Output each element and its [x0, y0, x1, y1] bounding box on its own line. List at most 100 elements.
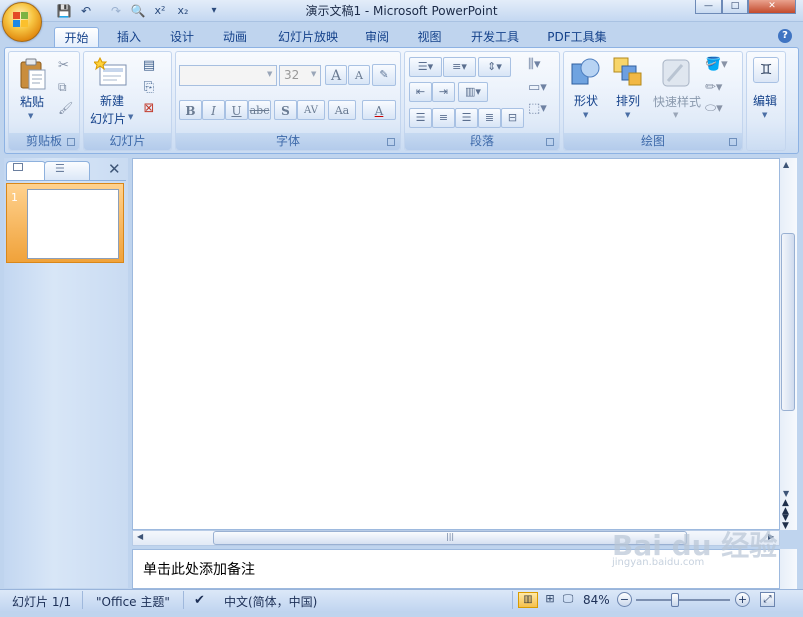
scroll-left-icon[interactable]: ◀ [137, 532, 143, 541]
normal-view-icon[interactable]: ▥ [518, 592, 538, 608]
distributed-icon[interactable]: ⊟ [501, 108, 524, 128]
next-slide-icon[interactable]: ▼ ▼ [782, 514, 789, 531]
close-pane-icon[interactable]: ✕ [108, 160, 121, 178]
character-spacing-button[interactable]: AV [297, 100, 325, 120]
justify-icon[interactable]: ≣ [478, 108, 501, 128]
outline-tab[interactable] [44, 161, 90, 180]
reset-icon[interactable]: ⎘ [139, 79, 159, 97]
paste-dropdown-icon[interactable]: ▼ [28, 112, 33, 120]
bold-button[interactable]: B [179, 100, 202, 120]
zoom-out-icon[interactable]: − [617, 592, 632, 607]
strikethrough-button[interactable]: abc [248, 100, 271, 120]
pane-divider [6, 180, 126, 181]
arrange-dropdown-icon[interactable]: ▼ [625, 111, 630, 119]
scroll-up-icon[interactable]: ▲ [783, 160, 789, 169]
underline-button[interactable]: U [225, 100, 248, 120]
tab-animations[interactable]: 动画 [212, 27, 258, 48]
tab-pdf-tools[interactable]: PDF工具集 [540, 27, 614, 48]
grow-font-button[interactable]: A [325, 65, 347, 85]
customize-qat-icon[interactable]: ▾ [206, 3, 222, 19]
line-spacing-icon[interactable]: ⇕▾ [478, 57, 511, 77]
zoom-in-icon[interactable]: + [735, 592, 750, 607]
italic-button[interactable]: I [202, 100, 225, 120]
decrease-indent-icon[interactable]: ⇤ [409, 82, 432, 102]
editing-button[interactable]: 编辑 [748, 92, 782, 109]
redo-icon[interactable]: ↷ [108, 3, 124, 19]
zoom-level[interactable]: 84% [583, 593, 610, 607]
shape-fill-icon[interactable]: 🪣▾ [705, 57, 728, 72]
tab-insert[interactable]: 插入 [106, 27, 152, 48]
spell-check-icon[interactable]: ✔ [194, 593, 205, 608]
status-separator [82, 591, 83, 609]
new-slide-dropdown-icon[interactable]: ▼ [128, 113, 133, 121]
font-size-dropdown-icon[interactable]: ▼ [311, 70, 316, 78]
tab-view[interactable]: 视图 [407, 27, 452, 48]
columns-icon[interactable]: ▥▾ [458, 82, 488, 102]
tab-developer[interactable]: 开发工具 [462, 27, 528, 48]
font-color-button[interactable]: A [362, 100, 396, 120]
shapes-button[interactable]: 形状 [568, 92, 604, 109]
paste-button[interactable]: 粘贴 [14, 93, 50, 110]
change-case-button[interactable]: Aa [328, 100, 356, 120]
subscript-icon[interactable]: x₂ [175, 3, 191, 19]
slideshow-view-icon[interactable]: 🖵 [558, 592, 578, 608]
maximize-button[interactable]: □ [722, 0, 748, 14]
notes-placeholder[interactable]: 单击此处添加备注 [143, 559, 255, 579]
arrange-button[interactable]: 排列 [610, 92, 646, 109]
new-slide-button[interactable]: 新建 [90, 92, 134, 109]
zoom-slider-knob[interactable] [671, 593, 679, 607]
quick-styles-icon [662, 59, 690, 87]
editing-dropdown-icon[interactable]: ▼ [762, 111, 767, 119]
close-button[interactable]: ✕ [748, 0, 796, 14]
save-icon[interactable]: 💾 [56, 3, 72, 19]
quick-styles-dropdown-icon[interactable]: ▼ [673, 111, 678, 119]
superscript-icon[interactable]: x² [152, 3, 168, 19]
paragraph-launcher-icon[interactable] [546, 138, 554, 146]
undo-icon[interactable]: ↶ [78, 3, 94, 19]
clear-format-icon[interactable]: ✎ [372, 64, 396, 86]
tab-home[interactable]: 开始 [54, 27, 99, 48]
tab-review[interactable]: 审阅 [356, 27, 398, 48]
help-icon[interactable]: ? [778, 29, 792, 43]
shapes-dropdown-icon[interactable]: ▼ [583, 111, 588, 119]
notes-scrollbar[interactable] [780, 549, 797, 589]
numbering-icon[interactable]: ≡▾ [443, 57, 476, 77]
align-center-icon[interactable]: ≡ [432, 108, 455, 128]
align-left-icon[interactable]: ☰ [409, 108, 432, 128]
print-preview-icon[interactable]: 🔍 [130, 3, 146, 19]
cut-icon[interactable]: ✂ [58, 58, 69, 73]
shrink-font-button[interactable]: A [348, 65, 370, 85]
find-binoculars-icon[interactable]: ♊ [753, 57, 779, 83]
tab-design[interactable]: 设计 [159, 27, 205, 48]
scroll-down-icon[interactable]: ▼ [783, 489, 789, 498]
font-launcher-icon[interactable] [387, 138, 395, 146]
clipboard-launcher-icon[interactable] [67, 138, 75, 146]
slide-sorter-icon[interactable]: ⊞ [540, 592, 560, 608]
shape-outline-icon[interactable]: ✏▾ [705, 80, 722, 95]
bullets-icon[interactable]: ☰▾ [409, 57, 442, 77]
slide-thumbnail-preview [27, 189, 119, 259]
text-direction-icon[interactable]: ⫼▾ [528, 57, 541, 72]
slides-tab[interactable] [6, 161, 46, 180]
quick-styles-button[interactable]: 快速样式 [650, 93, 704, 110]
smartart-icon[interactable]: ⬚▾ [528, 101, 547, 116]
minimize-button[interactable]: — [695, 0, 722, 14]
new-slide-button-line2[interactable]: 幻灯片 [86, 110, 130, 127]
font-name-dropdown-icon[interactable]: ▼ [267, 70, 272, 78]
increase-indent-icon[interactable]: ⇥ [432, 82, 455, 102]
layout-icon[interactable]: ▤ [139, 57, 159, 75]
delete-slide-icon[interactable]: ⊠ [139, 100, 159, 118]
tab-slideshow[interactable]: 幻灯片放映 [267, 27, 349, 48]
drawing-launcher-icon[interactable] [729, 138, 737, 146]
font-name-combo[interactable] [179, 65, 277, 86]
zoom-slider-track[interactable] [636, 599, 730, 601]
copy-icon[interactable]: ⧉ [58, 80, 67, 95]
fit-to-window-icon[interactable]: ⤢ [760, 592, 775, 607]
slide-canvas[interactable] [132, 158, 780, 530]
vertical-scroll-thumb[interactable] [781, 233, 795, 411]
align-text-icon[interactable]: ▭▾ [528, 80, 547, 95]
shape-effects-icon[interactable]: ⬭▾ [705, 101, 723, 116]
align-right-icon[interactable]: ☰ [455, 108, 478, 128]
shadow-button[interactable]: S [274, 100, 297, 120]
format-painter-icon[interactable]: 🖌 [58, 101, 73, 115]
